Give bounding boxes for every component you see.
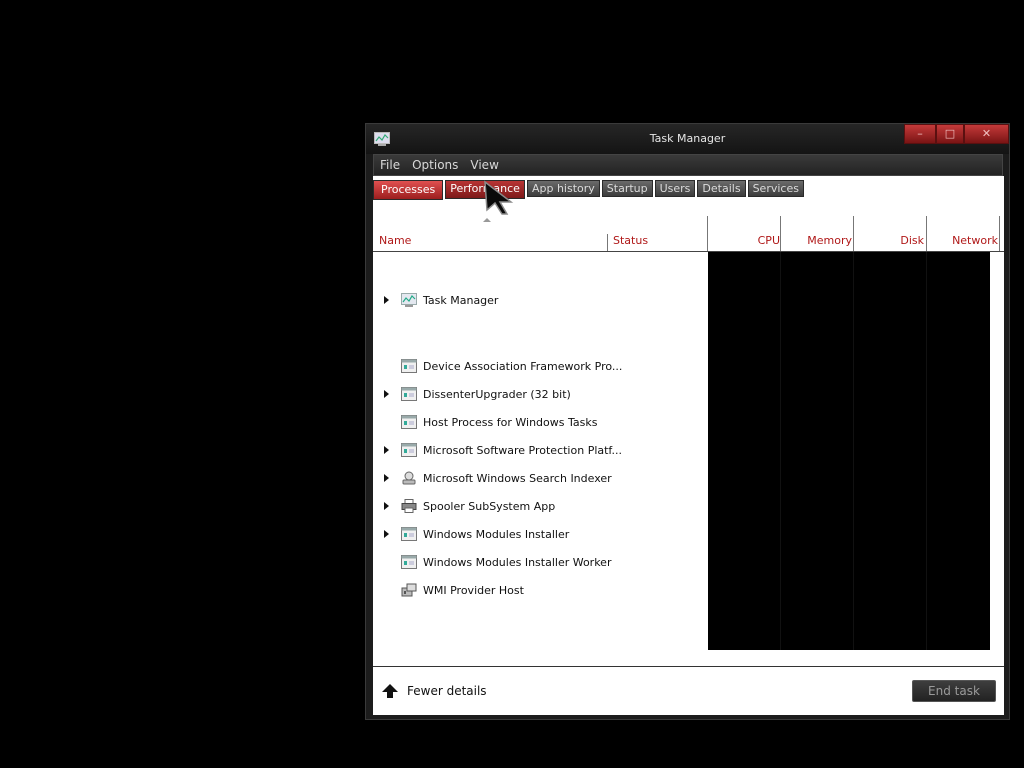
service-window-icon <box>401 555 417 569</box>
end-task-button[interactable]: End task <box>912 680 996 702</box>
printer-icon <box>401 499 417 513</box>
process-name: Device Association Framework Pro... <box>423 360 623 373</box>
footer-divider <box>373 666 1004 667</box>
task-manager-icon <box>401 293 417 307</box>
process-row[interactable]: Microsoft Windows Search Indexer <box>373 468 708 490</box>
process-row[interactable]: DissenterUpgrader (32 bit) <box>373 384 708 406</box>
process-name: Spooler SubSystem App <box>423 500 556 513</box>
column-divider[interactable] <box>607 234 608 251</box>
close-button[interactable]: ✕ <box>964 124 1009 144</box>
title-bar[interactable]: Task Manager – □ ✕ <box>366 124 1009 154</box>
tab-users[interactable]: Users <box>654 180 696 197</box>
expand-arrow-icon[interactable] <box>384 446 389 454</box>
column-header-memory[interactable]: Memory <box>807 234 852 247</box>
tab-services[interactable]: Services <box>747 180 804 197</box>
column-header-status[interactable]: Status <box>613 234 648 247</box>
service-window-icon <box>401 415 417 429</box>
process-name: Microsoft Software Protection Platf... <box>423 444 622 457</box>
maximize-button[interactable]: □ <box>936 124 964 144</box>
process-row[interactable]: Windows Modules Installer <box>373 524 708 546</box>
process-name: Windows Modules Installer <box>423 528 570 541</box>
fewer-details-button[interactable]: Fewer details <box>381 682 487 700</box>
processes-content: Processes Performance App history Startu… <box>373 176 1004 715</box>
tab-processes[interactable]: Processes <box>373 180 444 200</box>
column-header-disk[interactable]: Disk <box>900 234 924 247</box>
process-name: DissenterUpgrader (32 bit) <box>423 388 571 401</box>
search-indexer-icon <box>402 471 416 485</box>
process-row[interactable]: Microsoft Software Protection Platf... <box>373 440 708 462</box>
process-row[interactable]: Device Association Framework Pro... <box>373 356 708 378</box>
service-window-icon <box>401 443 417 457</box>
minimize-button[interactable]: – <box>904 124 936 144</box>
menu-bar: File Options View <box>373 154 1003 176</box>
expand-arrow-icon[interactable] <box>384 390 389 398</box>
column-header-name[interactable]: Name <box>379 234 411 247</box>
process-name: Microsoft Windows Search Indexer <box>423 472 612 485</box>
service-window-icon <box>401 387 417 401</box>
column-divider[interactable] <box>926 216 927 251</box>
column-header-cpu[interactable]: CPU <box>758 234 780 247</box>
mouse-pointer-icon <box>484 180 514 215</box>
menu-options[interactable]: Options <box>406 158 464 172</box>
process-name: Windows Modules Installer Worker <box>423 556 612 569</box>
window-controls: – □ ✕ <box>904 124 1009 144</box>
tab-app-history[interactable]: App history <box>526 180 600 197</box>
column-divider[interactable] <box>853 216 854 251</box>
menu-file[interactable]: File <box>374 158 406 172</box>
process-name: WMI Provider Host <box>423 584 524 597</box>
process-name: Host Process for Windows Tasks <box>423 416 598 429</box>
column-divider[interactable] <box>999 216 1000 251</box>
column-divider[interactable] <box>707 216 708 251</box>
resource-columns-panel <box>708 252 990 650</box>
menu-view[interactable]: View <box>464 158 504 172</box>
tab-details[interactable]: Details <box>697 180 746 197</box>
panel-divider <box>853 252 854 650</box>
process-row[interactable]: Host Process for Windows Tasks <box>373 412 708 434</box>
fewer-details-label: Fewer details <box>407 684 487 698</box>
process-row[interactable]: Windows Modules Installer Worker <box>373 552 708 574</box>
process-row[interactable]: Spooler SubSystem App <box>373 496 708 518</box>
process-row[interactable]: WMI Provider Host <box>373 580 708 602</box>
tab-strip: Processes Performance App history Startu… <box>373 180 806 200</box>
expand-arrow-icon[interactable] <box>384 296 389 304</box>
process-row[interactable]: Task Manager <box>373 290 708 312</box>
expand-arrow-icon[interactable] <box>384 530 389 538</box>
panel-divider <box>780 252 781 650</box>
process-name: Task Manager <box>423 294 499 307</box>
expand-arrow-icon[interactable] <box>384 502 389 510</box>
column-divider[interactable] <box>780 216 781 251</box>
task-manager-window: Task Manager – □ ✕ File Options View Pro… <box>365 123 1010 720</box>
expand-arrow-icon[interactable] <box>384 474 389 482</box>
service-window-icon <box>401 359 417 373</box>
column-header-network[interactable]: Network <box>952 234 998 247</box>
tab-startup[interactable]: Startup <box>601 180 653 197</box>
column-header-row: Name Status CPU Memory Disk Network <box>373 216 1004 252</box>
arrow-up-icon <box>382 684 398 698</box>
wmi-icon <box>401 583 417 597</box>
service-window-icon <box>401 527 417 541</box>
panel-divider <box>926 252 927 650</box>
